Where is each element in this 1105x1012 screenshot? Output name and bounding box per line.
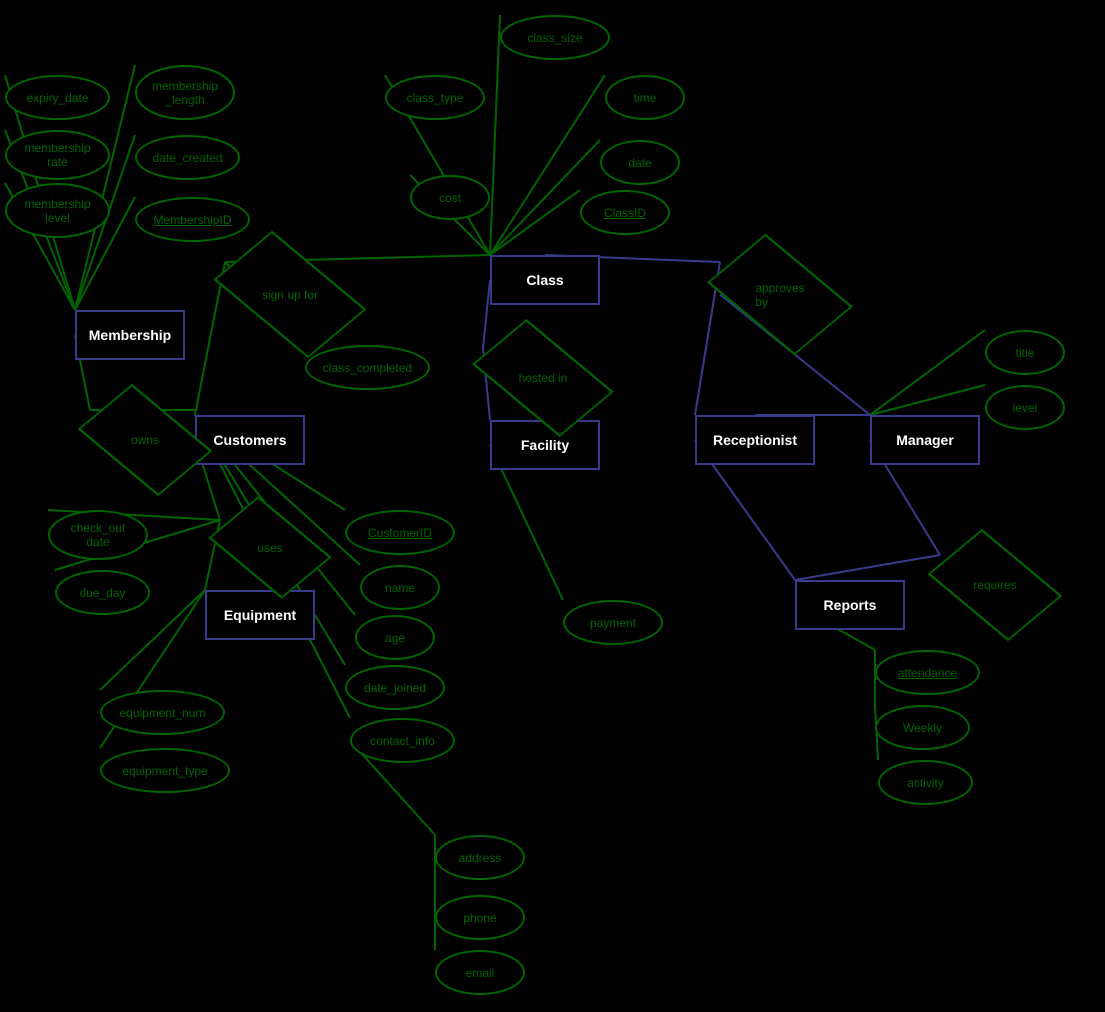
attr-date_joined: date_joined bbox=[345, 665, 445, 710]
entity-facility: Facility bbox=[490, 420, 600, 470]
attr-title: title bbox=[985, 330, 1065, 375]
attr-customerid: CustomerID bbox=[345, 510, 455, 555]
attr-equipment_num: equipment_num bbox=[100, 690, 225, 735]
rel-sign_up_for: sign up for bbox=[225, 262, 355, 327]
entity-membership: Membership bbox=[75, 310, 185, 360]
attr-equipment_type: equipment_type bbox=[100, 748, 230, 793]
attr-due_day: due_day bbox=[55, 570, 150, 615]
attr-date_created: date_created bbox=[135, 135, 240, 180]
attr-classid: ClassID bbox=[580, 190, 670, 235]
attr-membershipid: MembershipID bbox=[135, 197, 250, 242]
attr-phone: phone bbox=[435, 895, 525, 940]
attr-level: level bbox=[985, 385, 1065, 430]
entity-reports: Reports bbox=[795, 580, 905, 630]
attr-class_type: class_type bbox=[385, 75, 485, 120]
attr-activity: activity bbox=[878, 760, 973, 805]
attr-check_out_date: check_outdate bbox=[48, 510, 148, 560]
attr-date: date bbox=[600, 140, 680, 185]
attr-class_completed: class_completed bbox=[305, 345, 430, 390]
attr-time: time bbox=[605, 75, 685, 120]
entity-manager: Manager bbox=[870, 415, 980, 465]
rel-approves_by: approvesby bbox=[720, 262, 840, 327]
attr-cost: cost bbox=[410, 175, 490, 220]
attr-address: address bbox=[435, 835, 525, 880]
attr-membership_length: membership_length bbox=[135, 65, 235, 120]
attr-weekly: Weekly bbox=[875, 705, 970, 750]
entity-customers: Customers bbox=[195, 415, 305, 465]
rel-uses: uses bbox=[220, 520, 320, 575]
attr-payment: payment bbox=[563, 600, 663, 645]
entity-equipment: Equipment bbox=[205, 590, 315, 640]
attr-email: email bbox=[435, 950, 525, 995]
entity-class: Class bbox=[490, 255, 600, 305]
rel-hosted_in: hosted in bbox=[483, 348, 603, 408]
attr-age: age bbox=[355, 615, 435, 660]
attr-expiry_date: expiry_date bbox=[5, 75, 110, 120]
attr-attendance: attendance bbox=[875, 650, 980, 695]
attr-membership_level: membershiplevel bbox=[5, 183, 110, 238]
attr-membership_rate: membershiprate bbox=[5, 130, 110, 180]
entity-receptionist: Receptionist bbox=[695, 415, 815, 465]
attr-class_size: class_size bbox=[500, 15, 610, 60]
attr-contact_info: contact_info bbox=[350, 718, 455, 763]
attr-name: name bbox=[360, 565, 440, 610]
rel-requires: requires bbox=[940, 555, 1050, 615]
rel-owns: owns bbox=[90, 410, 200, 470]
